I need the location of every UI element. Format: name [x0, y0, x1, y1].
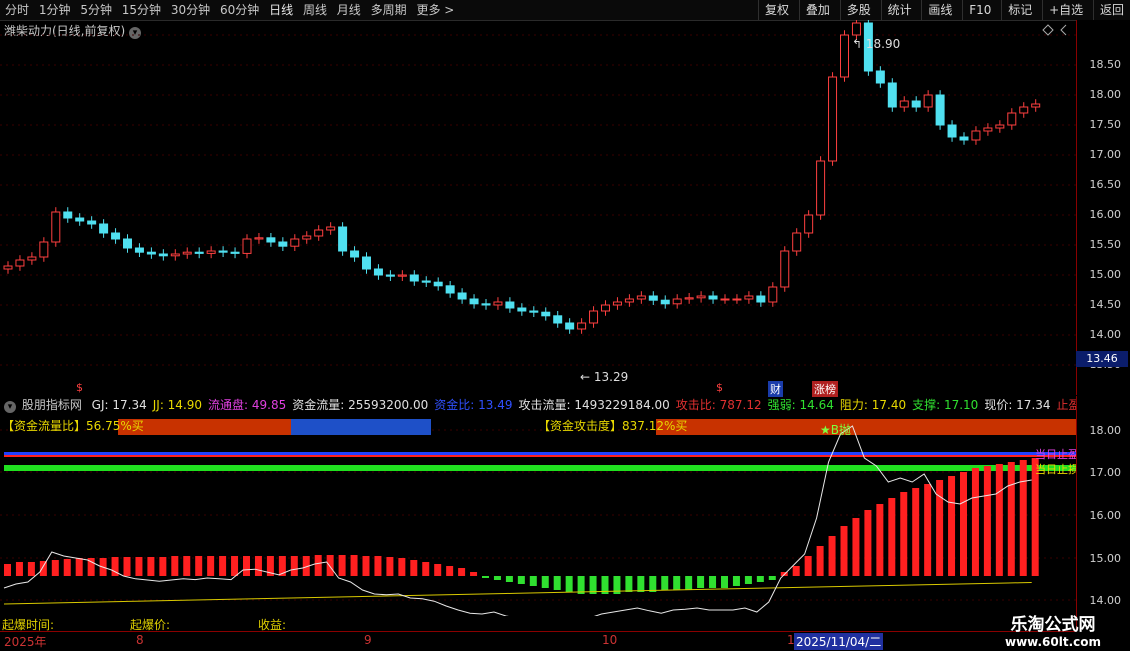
indicator-value: 流通盘: 49.85 — [208, 398, 287, 412]
resist-line-blue — [4, 452, 1076, 455]
price-axis: 18.50 18.00 17.50 17.00 16.50 16.00 15.5… — [1076, 20, 1130, 395]
tab-period-15min[interactable]: 15分钟 — [119, 0, 164, 20]
dollar-marker[interactable]: $ — [716, 381, 723, 394]
price-axis-label: 14.50 — [1089, 298, 1122, 311]
high-annotation: ↰ 18.90 — [852, 37, 901, 51]
dollar-marker[interactable]: $ — [76, 381, 83, 394]
date-label: 9 — [364, 633, 372, 647]
indicator-value: 资金比: 13.49 — [434, 398, 513, 412]
tab-period-fenshi[interactable]: 分时 — [2, 0, 32, 20]
indicator-value: 阻力: 17.40 — [839, 398, 907, 412]
period-tabs: 分时 1分钟 5分钟 15分钟 30分钟 60分钟 日线 周线 月线 多周期 更… — [2, 0, 457, 20]
f10-button[interactable]: F10 — [962, 0, 997, 20]
mark-button[interactable]: 标记 — [1001, 0, 1038, 20]
tab-period-30min[interactable]: 30分钟 — [168, 0, 213, 20]
tab-period-weekly[interactable]: 周线 — [300, 0, 330, 20]
indicator-value: JJ: 14.90 — [152, 398, 203, 412]
indicator-name[interactable]: 股朋指标网 — [22, 398, 82, 412]
tab-period-multi[interactable]: 多周期 — [368, 0, 410, 20]
indicator-value: 支撑: 17.10 — [912, 398, 979, 412]
tab-period-5min[interactable]: 5分钟 — [77, 0, 115, 20]
indicator-value: 攻击比: 787.12 — [675, 398, 762, 412]
ind-axis-label: 16.00 — [1089, 509, 1122, 522]
high-value: 18.90 — [865, 37, 901, 51]
price-axis-label: 18.50 — [1089, 58, 1122, 71]
back-button[interactable]: 返回 — [1092, 0, 1130, 20]
indicator-value: 现价: 17.34 — [984, 398, 1051, 412]
price-axis-label: 16.00 — [1089, 208, 1122, 221]
price-axis-label: 16.50 — [1089, 178, 1122, 191]
stop-loss-label: 当日止损 — [1035, 463, 1079, 476]
low-value: 13.29 — [593, 370, 629, 384]
bottom-info: 起爆时间: 起爆价: 收益: — [0, 616, 1076, 632]
overlay-button[interactable]: 叠加 — [798, 0, 836, 20]
ind-axis-label: 18.00 — [1089, 424, 1122, 437]
ind-axis-label: 15.00 — [1089, 552, 1122, 565]
candlestick-chart[interactable] — [0, 20, 1076, 395]
settings-icon[interactable]: ▾ — [4, 401, 16, 413]
price-axis-label: 14.00 — [1089, 328, 1122, 341]
attack-label: 【资金攻击度】837.12%买 — [538, 419, 688, 433]
price-axis-label: 17.50 — [1089, 118, 1122, 131]
cursor-date: 2025/11/04/二 — [794, 633, 884, 650]
indicator-chart[interactable] — [0, 414, 1076, 616]
date-axis[interactable]: 2025年 8 9 10 1 2025/11/04/二 — [0, 631, 1076, 651]
jj-line — [3, 582, 1032, 605]
candles — [3, 20, 1041, 334]
chevron-left-icon[interactable] — [1060, 24, 1067, 36]
volume-bars — [4, 458, 1039, 594]
flow-ratio-label: 【资金流量比】56.75%买 — [2, 419, 144, 433]
flow-ratio-bar-buy — [291, 419, 431, 435]
tab-period-more[interactable]: 更多 > — [413, 0, 457, 20]
watermark: 乐淘公式网 www.60lt.com — [988, 610, 1118, 649]
indicator-value: 攻击流量: 1493229184.00 — [518, 398, 670, 412]
indicator-header: ▾ 股朋指标网 GJ: 17.34 JJ: 14.90 流通盘: 49.85 资金流量… — [0, 396, 1130, 414]
ind-axis-label: 14.00 — [1089, 594, 1122, 607]
low-annotation: ← 13.29 — [580, 370, 629, 384]
indicator-axis: 18.00 17.00 16.00 15.00 14.00 — [1076, 396, 1130, 631]
tab-period-1min[interactable]: 1分钟 — [36, 0, 74, 20]
indicator-values: GJ: 17.34 JJ: 14.90 流通盘: 49.85 资金流量: 255932… — [92, 398, 1130, 412]
limit-up-marker[interactable]: 涨榜 — [812, 381, 838, 397]
tool-buttons: 复权 叠加 多股 统计 画线 F10 标记 +自选 返回 — [758, 0, 1130, 20]
watermark-name: 乐淘公式网 — [1010, 615, 1096, 635]
watermark-url: www.60lt.com — [1004, 635, 1102, 649]
buy-signal: ★B抛 — [820, 423, 851, 437]
finance-marker[interactable]: 财 — [768, 381, 783, 397]
support-line-green — [4, 465, 1076, 471]
current-price-tag: 13.46 — [1076, 351, 1128, 367]
indicator-value: GJ: 17.34 — [91, 398, 147, 412]
diamond-icon[interactable] — [1042, 24, 1054, 36]
adjust-button[interactable]: 复权 — [758, 0, 795, 20]
resist-line-red — [4, 455, 1076, 457]
price-grid — [0, 34, 1076, 366]
top-toolbar: 分时 1分钟 5分钟 15分钟 30分钟 60分钟 日线 周线 月线 多周期 更… — [0, 0, 1130, 21]
price-axis-label: 18.00 — [1089, 88, 1122, 101]
multi-stock-button[interactable]: 多股 — [839, 0, 877, 20]
price-axis-label: 15.00 — [1089, 268, 1122, 281]
add-watchlist-button[interactable]: +自选 — [1042, 0, 1089, 20]
date-label: 8 — [136, 633, 144, 647]
ind-axis-label: 17.00 — [1089, 466, 1122, 479]
date-label: 10 — [602, 633, 618, 647]
stop-profit-label: 当日止盈 — [1035, 448, 1079, 461]
tab-period-monthly[interactable]: 月线 — [334, 0, 364, 20]
chart-icons — [1042, 24, 1067, 36]
indicator-value: 资金流量: 25593200.00 — [292, 398, 429, 412]
date-label: 2025年 — [4, 635, 47, 649]
tab-period-daily[interactable]: 日线 — [266, 0, 296, 20]
price-axis-label: 17.00 — [1089, 148, 1122, 161]
indicator-value: 强弱: 14.64 — [767, 398, 834, 412]
price-axis-label: 15.50 — [1089, 238, 1122, 251]
stats-button[interactable]: 统计 — [880, 0, 918, 20]
attack-bar — [656, 419, 1076, 435]
tab-period-60min[interactable]: 60分钟 — [217, 0, 262, 20]
draw-line-button[interactable]: 画线 — [921, 0, 958, 20]
